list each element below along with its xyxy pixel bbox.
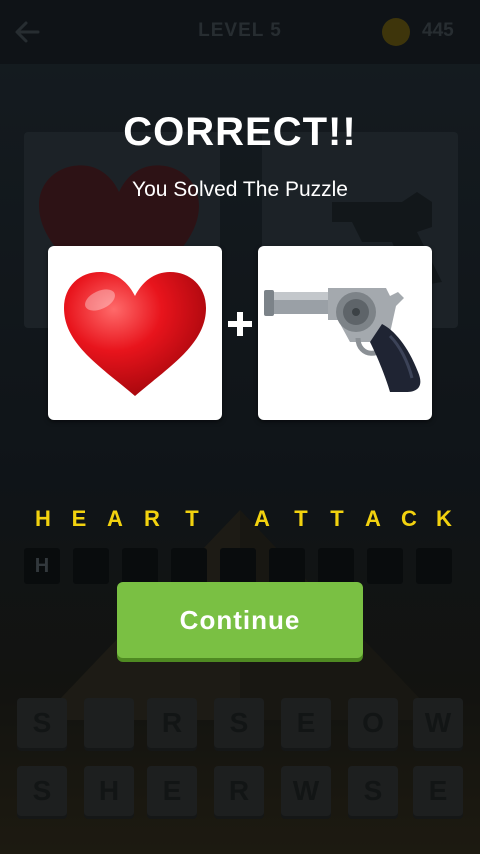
plus-icon bbox=[228, 312, 252, 336]
answer-letter: R bbox=[144, 506, 160, 531]
answer-letter: A bbox=[365, 506, 381, 531]
answer-letter: H bbox=[35, 506, 51, 531]
answer-letter: A bbox=[254, 506, 270, 531]
solved-subtitle: You Solved The Puzzle bbox=[132, 178, 348, 201]
revolver-icon bbox=[264, 288, 421, 392]
answer-letter: T bbox=[330, 506, 344, 531]
answer-phrase: H E A R T A T T A C K bbox=[0, 506, 480, 532]
heart-icon bbox=[64, 272, 206, 396]
clue-card-heart bbox=[48, 246, 222, 420]
answer-letter: C bbox=[401, 506, 417, 531]
answer-letter: A bbox=[107, 506, 123, 531]
answer-letter: K bbox=[436, 506, 452, 531]
clue-card-revolver bbox=[258, 246, 432, 420]
answer-letter: T bbox=[185, 506, 199, 531]
answer-letter: T bbox=[294, 506, 308, 531]
answer-letter: E bbox=[71, 506, 87, 531]
correct-title: CORRECT!! bbox=[123, 110, 357, 154]
continue-button[interactable]: Continue bbox=[117, 582, 363, 658]
